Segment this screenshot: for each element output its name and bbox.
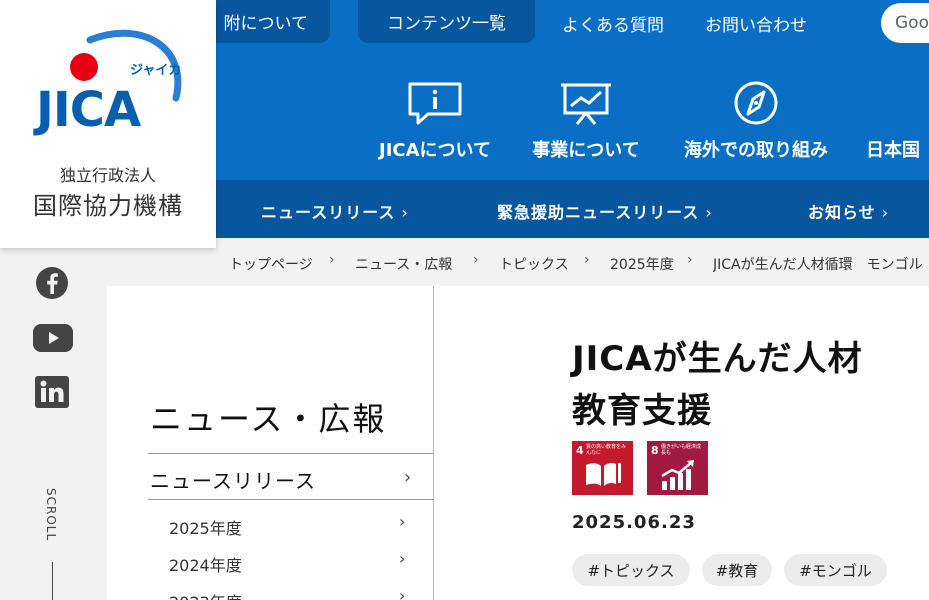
subnav-news-release-label: ニュースリリース <box>261 203 396 222</box>
mainnav-business[interactable]: 事業について <box>516 80 656 162</box>
sdg-8-badge[interactable]: 8 働きがいも経済成長も <box>647 441 708 495</box>
sidebar-title: ニュース・広報 <box>150 400 387 438</box>
search-input[interactable]: Goo <box>881 3 929 43</box>
chevron-right-icon: › <box>881 203 890 222</box>
jica-logo: ジャイカ JICA <box>33 29 181 136</box>
logo-link[interactable]: ジャイカ JICA 独立行政法人 国際協力機構 <box>0 0 216 248</box>
scroll-indicator-line <box>52 562 53 600</box>
sidebar-year-item[interactable]: 2025年度 <box>169 515 242 539</box>
tag-mongolia[interactable]: #モンゴル <box>784 554 887 586</box>
subnav-emergency-release-label: 緊急援助ニュースリリース <box>497 203 700 222</box>
chevron-right-icon: › <box>399 586 406 600</box>
breadcrumb-topics[interactable]: トピックス <box>499 254 569 274</box>
subnav-notice[interactable]: お知らせ › <box>808 199 889 223</box>
sidebar-item-news-release[interactable]: ニュースリリース <box>150 465 316 494</box>
chevron-right-icon: › <box>473 252 479 268</box>
chevron-right-icon: › <box>687 252 693 268</box>
subnav-news-release[interactable]: ニュースリリース › <box>261 199 409 223</box>
scroll-indicator-label: SCROLL <box>44 488 58 542</box>
mainnav-japan[interactable]: 日本国 <box>866 80 929 162</box>
sdg-number: 4 <box>576 444 584 457</box>
mainnav-business-label: 事業について <box>532 140 640 161</box>
tag-label: #モンゴル <box>799 561 872 580</box>
logo-org-name: 国際協力機構 <box>33 192 183 220</box>
sdg-text: 働きがいも経済成長も <box>661 444 702 456</box>
breadcrumb-top[interactable]: トップページ <box>229 254 313 274</box>
sdg-4-badge[interactable]: 4 質の高い教育をみんなに <box>572 441 633 495</box>
sidebar-year-item[interactable]: 2024年度 <box>169 552 242 576</box>
subnav-notice-label: お知らせ <box>808 203 876 222</box>
facebook-icon[interactable] <box>35 266 69 304</box>
book-icon <box>586 462 621 486</box>
chevron-right-icon: › <box>399 512 406 531</box>
tag-label: #教育 <box>715 561 759 580</box>
divider <box>148 499 434 500</box>
chevron-right-icon: › <box>399 549 406 568</box>
topnav-contents-link[interactable]: コンテンツ一覧 <box>358 0 535 43</box>
tag-topics[interactable]: #トピックス <box>572 554 690 586</box>
mainnav-overseas[interactable]: 海外での取り組み <box>684 80 828 162</box>
mainnav-about[interactable]: JICAについて <box>365 80 505 162</box>
presentation-chart-icon <box>556 80 616 126</box>
sidebar-year-item[interactable]: 2023年度 <box>169 589 242 600</box>
logo-org-type: 独立行政法人 <box>59 166 156 185</box>
article-title: JICAが生んだ人材 教育支援 <box>572 333 863 437</box>
search-placeholder: Goo <box>895 13 929 33</box>
column-divider <box>433 286 434 600</box>
breadcrumb-year[interactable]: 2025年度 <box>610 254 674 274</box>
compass-icon <box>726 80 786 126</box>
mainnav-japan-label: 日本国 <box>866 140 920 161</box>
chevron-right-icon: › <box>404 467 412 488</box>
topnav-contents-label: コンテンツ一覧 <box>387 14 506 34</box>
chevron-right-icon: › <box>329 252 335 268</box>
chevron-right-icon: › <box>401 203 409 222</box>
divider <box>148 453 434 454</box>
sdg-number: 8 <box>651 444 659 457</box>
growth-chart-icon <box>661 460 694 490</box>
chevron-right-icon: › <box>705 203 713 222</box>
logo-kana: ジャイカ <box>130 63 181 78</box>
mainnav-overseas-label: 海外での取り組み <box>684 140 828 161</box>
article-title-line1: JICAが生んだ人材 <box>572 339 863 379</box>
mainnav-about-label: JICAについて <box>379 140 491 161</box>
article-title-line2: 教育支援 <box>572 391 712 431</box>
info-bubble-icon <box>405 80 465 126</box>
youtube-icon[interactable] <box>33 324 73 356</box>
breadcrumb-news[interactable]: ニュース・広報 <box>355 254 452 274</box>
logo-wordmark: JICA <box>33 82 141 136</box>
subnav-emergency-release[interactable]: 緊急援助ニュースリリース › <box>497 199 713 223</box>
tag-label: #トピックス <box>587 561 675 580</box>
topnav-faq-link[interactable]: よくある質問 <box>562 11 664 36</box>
linkedin-icon[interactable] <box>35 376 69 412</box>
sdg-text: 質の高い教育をみんなに <box>586 444 627 456</box>
tag-education[interactable]: #教育 <box>702 554 772 586</box>
topnav-contact-link[interactable]: お問い合わせ <box>705 11 807 36</box>
article-date: 2025.06.23 <box>572 512 696 533</box>
chevron-right-icon: › <box>584 252 590 268</box>
topnav-about-label: 附について <box>223 14 309 34</box>
breadcrumb-current: JICAが生んだ人材循環 モンゴル <box>713 257 923 273</box>
